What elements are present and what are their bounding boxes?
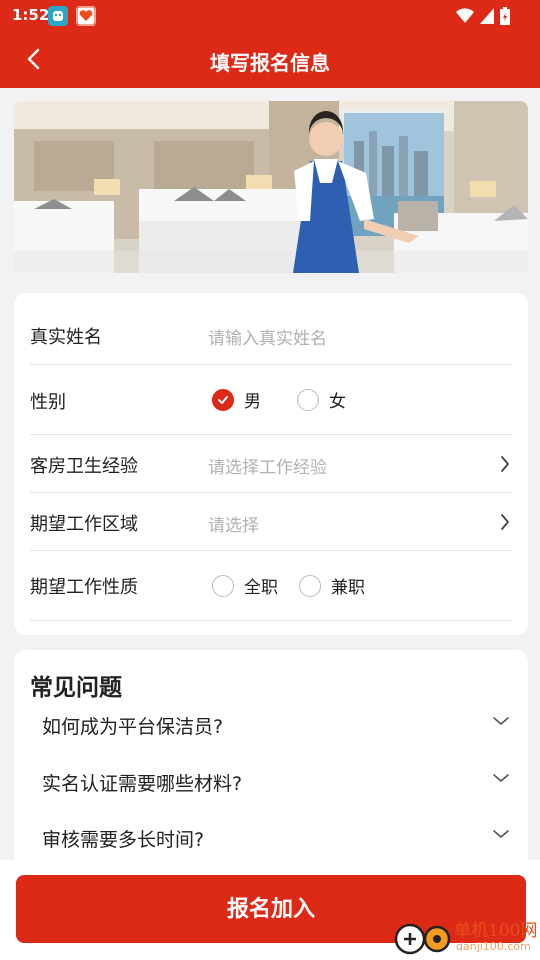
job-type-label: 期望工作性质 <box>30 577 138 598</box>
chevron-down-icon <box>493 717 509 725</box>
system-icons <box>456 7 510 25</box>
gender-label: 性别 <box>30 392 66 413</box>
chevron-down-icon <box>493 830 509 838</box>
faq-item[interactable]: 审核需要多长时间? <box>42 819 510 859</box>
radio-unchecked-icon <box>212 574 234 597</box>
faq-section: 常见问题 如何成为平台保洁员? 实名认证需要哪些材料? 审核需要多长时间? <box>14 650 528 860</box>
wifi-icon <box>456 8 474 23</box>
nav-bar: 填写报名信息 <box>0 32 540 88</box>
chevron-right-icon <box>501 456 509 472</box>
gender-option-male[interactable]: 男 <box>212 387 261 412</box>
fulltime-label: 全职 <box>244 578 278 598</box>
radio-unchecked-icon <box>297 388 319 411</box>
faq-item[interactable]: 如何成为平台保洁员? <box>42 706 510 746</box>
faq-question: 如何成为平台保洁员? <box>42 716 224 738</box>
faq-title: 常见问题 <box>30 675 122 701</box>
battery-icon <box>500 7 510 25</box>
job-type-option-fulltime[interactable]: 全职 <box>212 573 278 598</box>
radio-unchecked-icon <box>299 574 321 597</box>
watermark-brand: 单机100网 <box>454 921 538 941</box>
chevron-right-icon <box>501 514 509 530</box>
gender-row: 性别 男 女 <box>30 365 512 435</box>
signal-icon <box>480 8 494 24</box>
heart-app-icon <box>76 6 96 26</box>
faq-item[interactable]: 实名认证需要哪些材料? <box>42 763 510 803</box>
region-label: 期望工作区域 <box>30 514 138 535</box>
experience-label: 客房卫生经验 <box>30 456 138 477</box>
job-type-row: 期望工作性质 全职 兼职 <box>30 551 512 621</box>
chevron-down-icon <box>493 774 509 782</box>
name-input[interactable]: 请输入真实姓名 <box>208 324 327 349</box>
region-row[interactable]: 期望工作区域 请选择 <box>30 493 512 551</box>
status-time: 1:52 <box>12 6 50 24</box>
gender-female-label: 女 <box>329 392 346 412</box>
page-title: 填写报名信息 <box>210 51 330 75</box>
banner-image <box>14 101 528 273</box>
faq-question: 审核需要多长时间? <box>42 829 205 851</box>
status-bar: 1:52 <box>0 0 540 32</box>
region-select[interactable]: 请选择 <box>208 511 259 536</box>
watermark-logo-icon <box>394 923 451 955</box>
watermark-url: danji100.com <box>456 940 531 953</box>
watermark: 单机100网 danji100.com <box>392 915 538 959</box>
name-label: 真实姓名 <box>30 327 102 348</box>
app-notification-icon <box>48 6 68 26</box>
experience-row[interactable]: 客房卫生经验 请选择工作经验 <box>30 435 512 493</box>
gender-male-label: 男 <box>244 392 261 412</box>
experience-select[interactable]: 请选择工作经验 <box>208 453 327 478</box>
name-row[interactable]: 真实姓名 请输入真实姓名 <box>30 293 512 365</box>
faq-question: 实名认证需要哪些材料? <box>42 773 243 795</box>
job-type-option-parttime[interactable]: 兼职 <box>299 573 365 598</box>
registration-form: 真实姓名 请输入真实姓名 性别 男 女 客房卫生经验 请选择工作经验 期望工作区… <box>14 293 528 635</box>
parttime-label: 兼职 <box>331 578 365 598</box>
gender-option-female[interactable]: 女 <box>297 387 346 412</box>
radio-checked-icon <box>212 388 234 411</box>
